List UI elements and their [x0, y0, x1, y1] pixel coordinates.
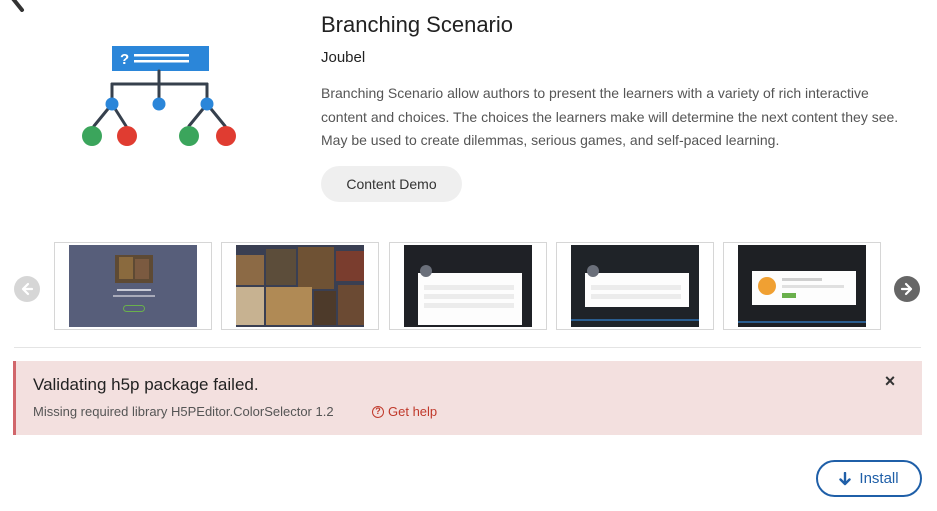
install-button[interactable]: Install	[816, 460, 922, 497]
question-circle-icon: ?	[372, 405, 384, 418]
carousel-next-button[interactable]	[894, 276, 920, 302]
content-type-title: Branching Scenario	[321, 12, 514, 37]
download-arrow-icon	[839, 471, 852, 485]
close-icon[interactable]: ×	[882, 372, 898, 390]
screenshot-thumbnail-4[interactable]	[556, 242, 714, 330]
content-demo-button[interactable]: Content Demo	[321, 166, 462, 202]
screenshot-thumbnail-1[interactable]	[54, 242, 212, 330]
get-help-link[interactable]: ? Get help	[372, 404, 437, 419]
content-type-owner: Joubel	[321, 49, 366, 66]
svg-text:?: ?	[120, 51, 129, 68]
error-title: Validating h5p package failed.	[33, 375, 259, 394]
screenshot-thumbnail-2[interactable]	[221, 242, 379, 330]
back-arrow-icon[interactable]	[8, 0, 38, 12]
arrow-left-icon	[21, 282, 34, 296]
screenshot-thumbnail-5[interactable]	[723, 242, 881, 330]
error-detail: Missing required library H5PEditor.Color…	[33, 404, 334, 419]
content-type-detail: ? Branching Scenario Joubel Branching Sc…	[0, 0, 937, 511]
screenshot-thumbnail-3[interactable]	[389, 242, 547, 330]
install-label: Install	[859, 470, 899, 487]
error-message: Validating h5p package failed. Missing r…	[13, 361, 922, 435]
divider	[14, 347, 921, 348]
get-help-label: Get help	[388, 404, 438, 419]
content-type-description: Branching Scenario allow authors to pres…	[321, 85, 899, 148]
branching-scenario-icon: ?	[82, 46, 236, 146]
arrow-right-icon	[900, 282, 913, 296]
carousel-prev-button[interactable]	[14, 276, 40, 302]
